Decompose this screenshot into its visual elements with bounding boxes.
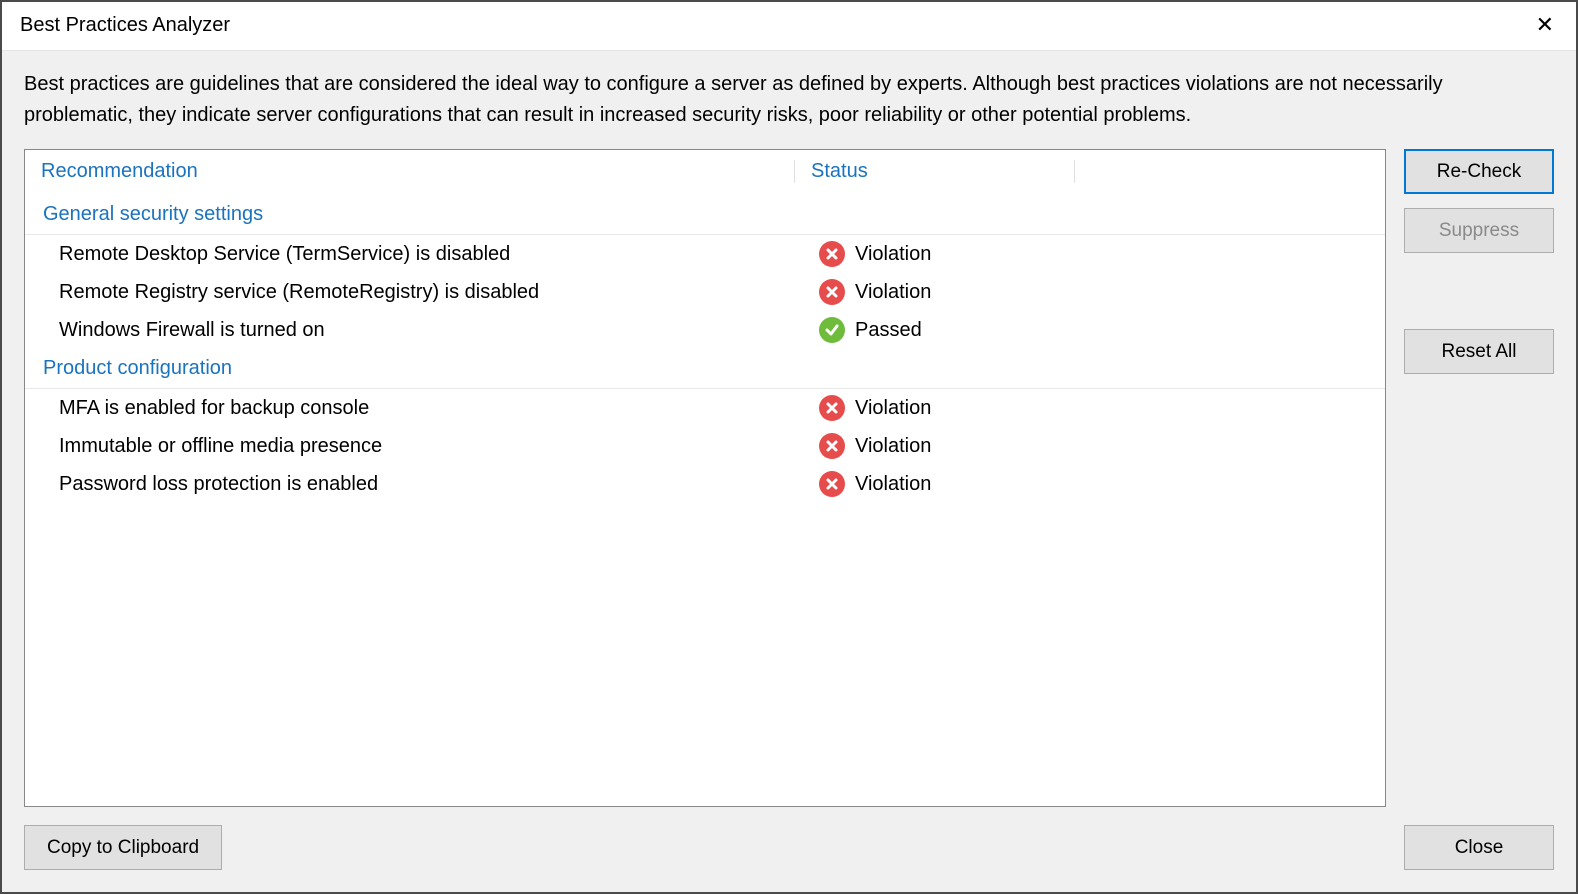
recommendation-label: MFA is enabled for backup console xyxy=(25,397,795,420)
footer: Copy to Clipboard Close xyxy=(24,825,1554,870)
table-row[interactable]: Password loss protection is enabled Viol… xyxy=(25,465,1385,503)
side-buttons: Re-Check Suppress Reset All xyxy=(1404,149,1554,807)
passed-icon xyxy=(819,317,845,343)
column-recommendation[interactable]: Recommendation xyxy=(25,160,795,183)
table-row[interactable]: Immutable or offline media presence Viol… xyxy=(25,427,1385,465)
status-text: Violation xyxy=(855,281,931,304)
status-text: Passed xyxy=(855,319,922,342)
table-header: Recommendation Status xyxy=(25,150,1385,195)
description-text: Best practices are guidelines that are c… xyxy=(24,69,1554,131)
titlebar: Best Practices Analyzer ✕ xyxy=(2,2,1576,51)
close-icon[interactable]: ✕ xyxy=(1526,10,1564,40)
status-cell: Violation xyxy=(795,279,1075,305)
content-area: Best practices are guidelines that are c… xyxy=(2,51,1576,892)
violation-icon xyxy=(819,433,845,459)
table-row[interactable]: Remote Registry service (RemoteRegistry)… xyxy=(25,273,1385,311)
table-row[interactable]: Remote Desktop Service (TermService) is … xyxy=(25,235,1385,273)
suppress-button: Suppress xyxy=(1404,208,1554,253)
status-text: Violation xyxy=(855,397,931,420)
status-text: Violation xyxy=(855,473,931,496)
status-cell: Violation xyxy=(795,433,1075,459)
status-text: Violation xyxy=(855,243,931,266)
close-button[interactable]: Close xyxy=(1404,825,1554,870)
violation-icon xyxy=(819,471,845,497)
recommendation-label: Immutable or offline media presence xyxy=(25,435,795,458)
violation-icon xyxy=(819,395,845,421)
main-row: Recommendation Status General security s… xyxy=(24,149,1554,807)
reset-all-button[interactable]: Reset All xyxy=(1404,329,1554,374)
status-cell: Violation xyxy=(795,241,1075,267)
copy-to-clipboard-button[interactable]: Copy to Clipboard xyxy=(24,825,222,870)
group-header: Product configuration xyxy=(25,349,1385,389)
spacer xyxy=(1404,267,1554,315)
recommendation-label: Windows Firewall is turned on xyxy=(25,319,795,342)
dialog-window: Best Practices Analyzer ✕ Best practices… xyxy=(0,0,1578,894)
recommendation-label: Password loss protection is enabled xyxy=(25,473,795,496)
group-header: General security settings xyxy=(25,195,1385,235)
recommendation-label: Remote Desktop Service (TermService) is … xyxy=(25,243,795,266)
status-cell: Violation xyxy=(795,395,1075,421)
violation-icon xyxy=(819,241,845,267)
table-row[interactable]: MFA is enabled for backup console Violat… xyxy=(25,389,1385,427)
status-cell: Violation xyxy=(795,471,1075,497)
table-row[interactable]: Windows Firewall is turned on Passed xyxy=(25,311,1385,349)
recommendation-label: Remote Registry service (RemoteRegistry)… xyxy=(25,281,795,304)
status-text: Violation xyxy=(855,435,931,458)
results-table: Recommendation Status General security s… xyxy=(24,149,1386,807)
window-title: Best Practices Analyzer xyxy=(20,14,230,37)
column-status[interactable]: Status xyxy=(795,160,1075,183)
violation-icon xyxy=(819,279,845,305)
recheck-button[interactable]: Re-Check xyxy=(1404,149,1554,194)
status-cell: Passed xyxy=(795,317,1075,343)
